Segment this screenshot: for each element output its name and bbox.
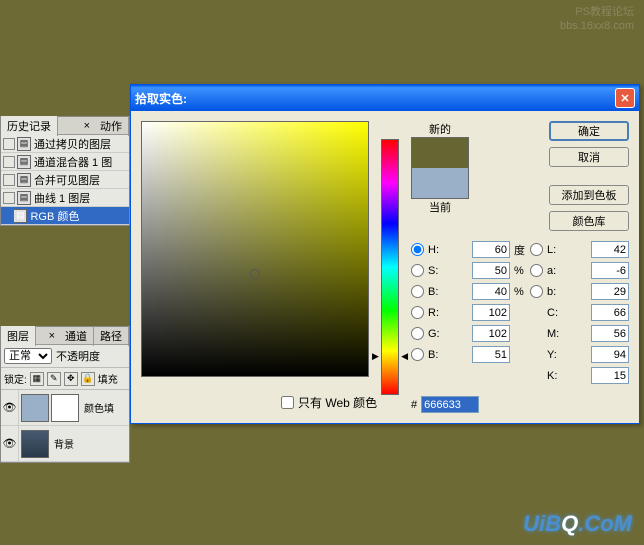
- dialog-title: 拾取实色:: [135, 90, 187, 107]
- hue-slider[interactable]: [381, 139, 399, 395]
- input-g[interactable]: [472, 325, 510, 342]
- history-item[interactable]: ▤曲线 1 图层: [1, 189, 129, 207]
- input-l[interactable]: [591, 241, 629, 258]
- color-picker-dialog: 拾取实色: ✕ 新的 当前 确定: [130, 84, 640, 424]
- lock-all-icon[interactable]: 🔒: [81, 372, 95, 386]
- tab-close-icon[interactable]: ×: [80, 120, 94, 132]
- radio-r[interactable]: [411, 306, 424, 319]
- input-m[interactable]: [591, 325, 629, 342]
- web-only-checkbox[interactable]: 只有 Web 颜色: [281, 394, 377, 411]
- history-item[interactable]: ▤合并可见图层: [1, 171, 129, 189]
- layer-icon: ▤: [17, 155, 31, 169]
- layer-thumbnail[interactable]: [21, 430, 49, 458]
- fill-label: 填充: [98, 371, 118, 386]
- input-b2[interactable]: [591, 283, 629, 300]
- input-bb[interactable]: [472, 346, 510, 363]
- tab-actions[interactable]: 动作: [94, 116, 129, 136]
- history-panel: 历史记录 × 动作 ▤通过拷贝的图层 ▤通道混合器 1 图 ▤合并可见图层 ▤曲…: [0, 116, 130, 226]
- tab-history[interactable]: 历史记录: [1, 116, 58, 136]
- web-only-input[interactable]: [281, 396, 294, 409]
- input-hex[interactable]: [421, 396, 479, 413]
- hex-label: #: [411, 399, 417, 411]
- input-y[interactable]: [591, 346, 629, 363]
- close-icon[interactable]: ✕: [615, 88, 635, 108]
- ok-button[interactable]: 确定: [549, 121, 629, 141]
- layers-tabs: 图层 × 通道 路径: [1, 327, 129, 345]
- watermark-top: PS教程论坛 bbs.16xx8.com: [560, 5, 634, 33]
- color-values-grid: H:度 L: S:% a: B:% b: R: C: G: M: B: Y: K…: [411, 241, 629, 384]
- radio-g[interactable]: [411, 327, 424, 340]
- dialog-titlebar[interactable]: 拾取实色: ✕: [131, 85, 639, 111]
- history-item-selected[interactable]: ▶▤RGB 颜色: [1, 207, 129, 225]
- layer-name: 颜色填: [81, 400, 114, 415]
- radio-l[interactable]: [530, 243, 543, 256]
- current-step-icon: ▶: [3, 209, 11, 222]
- blend-mode-select[interactable]: 正常: [4, 348, 52, 364]
- lock-transparent-icon[interactable]: ▦: [30, 372, 44, 386]
- current-color-swatch[interactable]: [412, 168, 468, 198]
- input-a[interactable]: [591, 262, 629, 279]
- radio-b[interactable]: [411, 285, 424, 298]
- layer-icon: ▤: [17, 137, 31, 151]
- visibility-icon[interactable]: 👁: [3, 401, 17, 414]
- radio-s[interactable]: [411, 264, 424, 277]
- input-h[interactable]: [472, 241, 510, 258]
- layer-row[interactable]: 👁 颜色填: [1, 390, 129, 426]
- history-item[interactable]: ▤通道混合器 1 图: [1, 153, 129, 171]
- new-color-label: 新的: [411, 121, 469, 137]
- cancel-button[interactable]: 取消: [549, 147, 629, 167]
- color-swatch: [411, 137, 469, 199]
- radio-b2[interactable]: [530, 285, 543, 298]
- opacity-label: 不透明度: [56, 348, 100, 364]
- history-tabs: 历史记录 × 动作: [1, 117, 129, 135]
- radio-bb[interactable]: [411, 348, 424, 361]
- history-item[interactable]: ▤通过拷贝的图层: [1, 135, 129, 153]
- visibility-icon[interactable]: 👁: [3, 437, 17, 450]
- color-library-button[interactable]: 颜色库: [549, 211, 629, 231]
- layer-icon: ▤: [13, 209, 27, 223]
- radio-a[interactable]: [530, 264, 543, 277]
- input-s[interactable]: [472, 262, 510, 279]
- current-color-label: 当前: [411, 199, 469, 215]
- tab-close-icon[interactable]: ×: [45, 330, 59, 342]
- radio-h[interactable]: [411, 243, 424, 256]
- tab-paths[interactable]: 路径: [94, 326, 129, 346]
- tab-layers[interactable]: 图层: [1, 326, 36, 346]
- layer-row[interactable]: 👁 背景: [1, 426, 129, 462]
- add-swatch-button[interactable]: 添加到色板: [549, 185, 629, 205]
- color-field[interactable]: [141, 121, 369, 377]
- input-r[interactable]: [472, 304, 510, 321]
- layer-icon: ▤: [17, 191, 31, 205]
- layer-icon: ▤: [17, 173, 31, 187]
- lock-position-icon[interactable]: ✥: [64, 372, 78, 386]
- layer-mask-thumbnail[interactable]: [51, 394, 79, 422]
- color-marker[interactable]: [250, 269, 260, 279]
- layer-thumbnail[interactable]: [21, 394, 49, 422]
- layer-name: 背景: [51, 436, 74, 451]
- watermark-bottom: UiBQ.CoM: [523, 511, 632, 537]
- input-bv[interactable]: [472, 283, 510, 300]
- lock-pixels-icon[interactable]: ✎: [47, 372, 61, 386]
- lock-label: 锁定:: [4, 371, 27, 386]
- layers-panel: 图层 × 通道 路径 正常 不透明度 锁定: ▦ ✎ ✥ 🔒 填充 👁 颜色填 …: [0, 326, 130, 463]
- input-c[interactable]: [591, 304, 629, 321]
- input-k[interactable]: [591, 367, 629, 384]
- tab-channels[interactable]: 通道: [59, 326, 94, 346]
- new-color-swatch: [412, 138, 468, 168]
